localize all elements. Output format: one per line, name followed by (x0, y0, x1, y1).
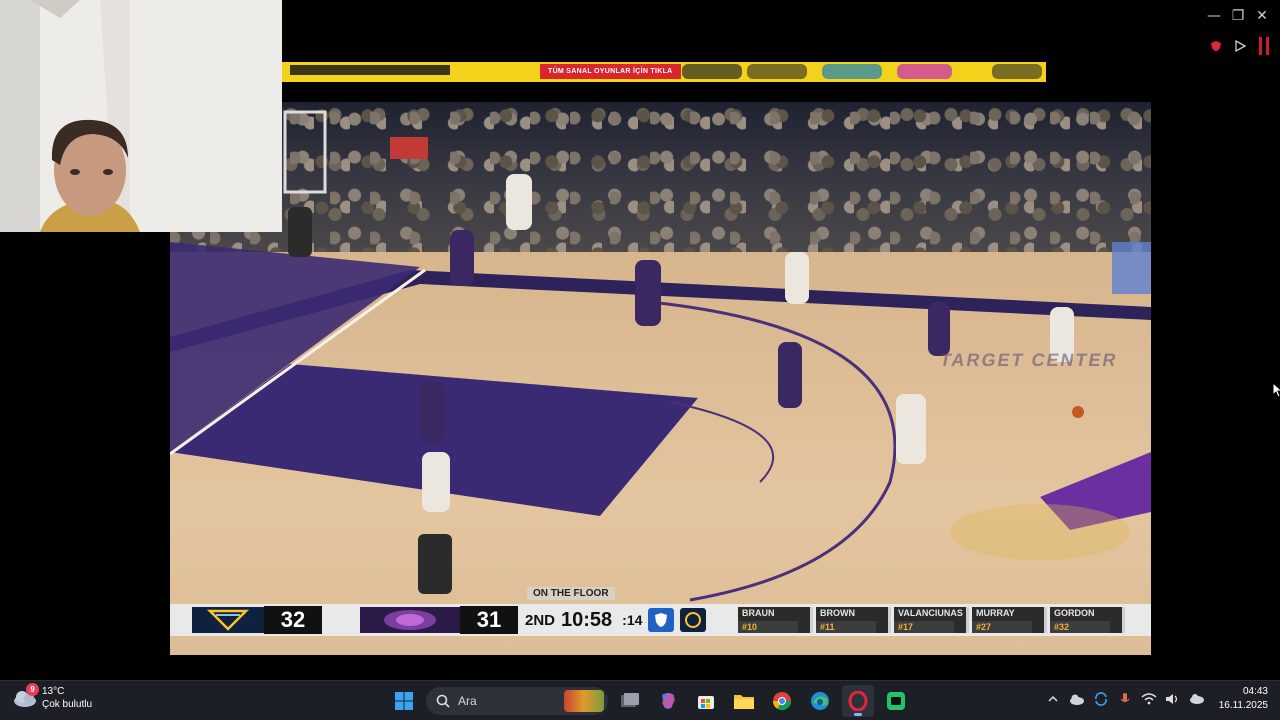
weather-text: 13°C Çok bulutlu (42, 685, 92, 711)
player-card: VALANCIUNAS #17 (894, 607, 969, 633)
ad-logo (992, 64, 1042, 79)
play-icon[interactable] (1232, 38, 1248, 54)
screen: — ❐ ✕ TÜM SANAL OYUNLAR İÇİN TIKLA TARGE… (0, 0, 1280, 720)
close-button[interactable]: ✕ (1252, 6, 1272, 26)
task-view-icon[interactable] (614, 685, 646, 717)
player-card: BROWN #11 (816, 607, 891, 633)
player-number: #27 (972, 621, 1032, 633)
taskbar-apps: Ara (388, 685, 912, 717)
wolves-logo-icon (360, 607, 460, 633)
video-player[interactable]: TARGET CENTER (170, 102, 1151, 655)
search-placeholder: Ara (458, 694, 477, 708)
weather-badge: 9 (26, 683, 39, 696)
game-clock: 2ND 10:58 :14 (525, 604, 707, 636)
home-team: 32 (192, 606, 322, 634)
chevron-up-icon[interactable] (1045, 691, 1061, 707)
arena-text: TARGET CENTER (938, 350, 1120, 370)
webcam-overlay (0, 0, 282, 232)
nuggets-badge-icon (680, 608, 707, 632)
minimize-button[interactable]: — (1204, 6, 1224, 26)
chrome-icon[interactable] (766, 685, 798, 717)
court-graphics (170, 110, 1151, 602)
clock: 10:58 (561, 608, 613, 631)
ad-graphic (822, 64, 882, 79)
search-highlight-image (564, 690, 604, 712)
player-name: MURRAY (976, 608, 1015, 618)
away-team: 31 (360, 606, 518, 634)
player-name: GORDON (1054, 608, 1095, 618)
system-tray: 04:43 16.11.2025 (1045, 685, 1268, 713)
scorebug: 32 31 2ND 10:58 :14 BRAUN #10 BROWN #11 … (170, 604, 1151, 636)
shield-badge-icon (648, 608, 675, 632)
webcam-image (0, 0, 282, 232)
player-number: #17 (894, 621, 954, 633)
taskbar: 9 13°C Çok bulutlu Ara 04:43 16.11.2025 (0, 680, 1280, 720)
microphone-icon[interactable] (1117, 691, 1133, 707)
shield-icon[interactable] (1208, 38, 1224, 54)
away-score: 31 (460, 606, 518, 634)
store-icon[interactable] (690, 685, 722, 717)
media-app-icon[interactable] (880, 685, 912, 717)
active-indicator (854, 713, 862, 716)
home-score: 32 (264, 606, 322, 634)
weather-desc: Çok bulutlu (42, 699, 93, 710)
mouse-cursor-icon (1272, 382, 1280, 398)
shot-clock: :14 (622, 612, 643, 628)
battery-icon[interactable] (1189, 691, 1205, 707)
player-name: VALANCIUNAS (898, 608, 963, 618)
ad-brand-text (290, 65, 450, 75)
search-icon (436, 694, 450, 708)
player-number: #11 (816, 621, 876, 633)
weather-temp: 13°C (42, 686, 65, 697)
ad-logo (682, 64, 742, 79)
ad-banner[interactable]: TÜM SANAL OYUNLAR İÇİN TIKLA (282, 62, 1046, 82)
on-the-floor-label: ON THE FLOOR (527, 587, 615, 600)
sync-icon[interactable] (1093, 691, 1109, 707)
cloud-icon: 9 (12, 683, 39, 711)
restore-button[interactable]: ❐ (1228, 6, 1248, 26)
ad-cta-button[interactable]: TÜM SANAL OYUNLAR İÇİN TIKLA (540, 64, 681, 79)
player-card: GORDON #32 (1050, 607, 1125, 633)
clock-time: 04:43 (1242, 686, 1268, 697)
ad-graphic (897, 64, 952, 79)
player-card: MURRAY #27 (972, 607, 1047, 633)
player-toolbar (1208, 37, 1272, 55)
player-name: BROWN (820, 608, 855, 618)
onedrive-icon[interactable] (1069, 691, 1085, 707)
nuggets-logo-icon (192, 607, 264, 633)
pause-icon[interactable] (1256, 37, 1272, 55)
volume-icon[interactable] (1165, 691, 1181, 707)
copilot-icon[interactable] (652, 685, 684, 717)
on-floor-players: BRAUN #10 BROWN #11 VALANCIUNAS #17 MURR… (738, 607, 1125, 633)
edge-icon[interactable] (804, 685, 836, 717)
taskbar-search[interactable]: Ara (426, 687, 608, 715)
player-number: #32 (1050, 621, 1110, 633)
clock-date: 16.11.2025 (1218, 700, 1268, 711)
taskbar-clock[interactable]: 04:43 16.11.2025 (1219, 685, 1268, 713)
player-number: #10 (738, 621, 798, 633)
windows-start-icon[interactable] (388, 685, 420, 717)
ad-logo (747, 64, 807, 79)
window-controls: — ❐ ✕ (1204, 6, 1272, 26)
wifi-icon[interactable] (1141, 691, 1157, 707)
opera-icon[interactable] (842, 685, 874, 717)
period: 2ND (525, 611, 556, 629)
file-explorer-icon[interactable] (728, 685, 760, 717)
weather-widget[interactable]: 9 13°C Çok bulutlu (12, 683, 92, 711)
player-card: BRAUN #10 (738, 607, 813, 633)
player-name: BRAUN (742, 608, 775, 618)
